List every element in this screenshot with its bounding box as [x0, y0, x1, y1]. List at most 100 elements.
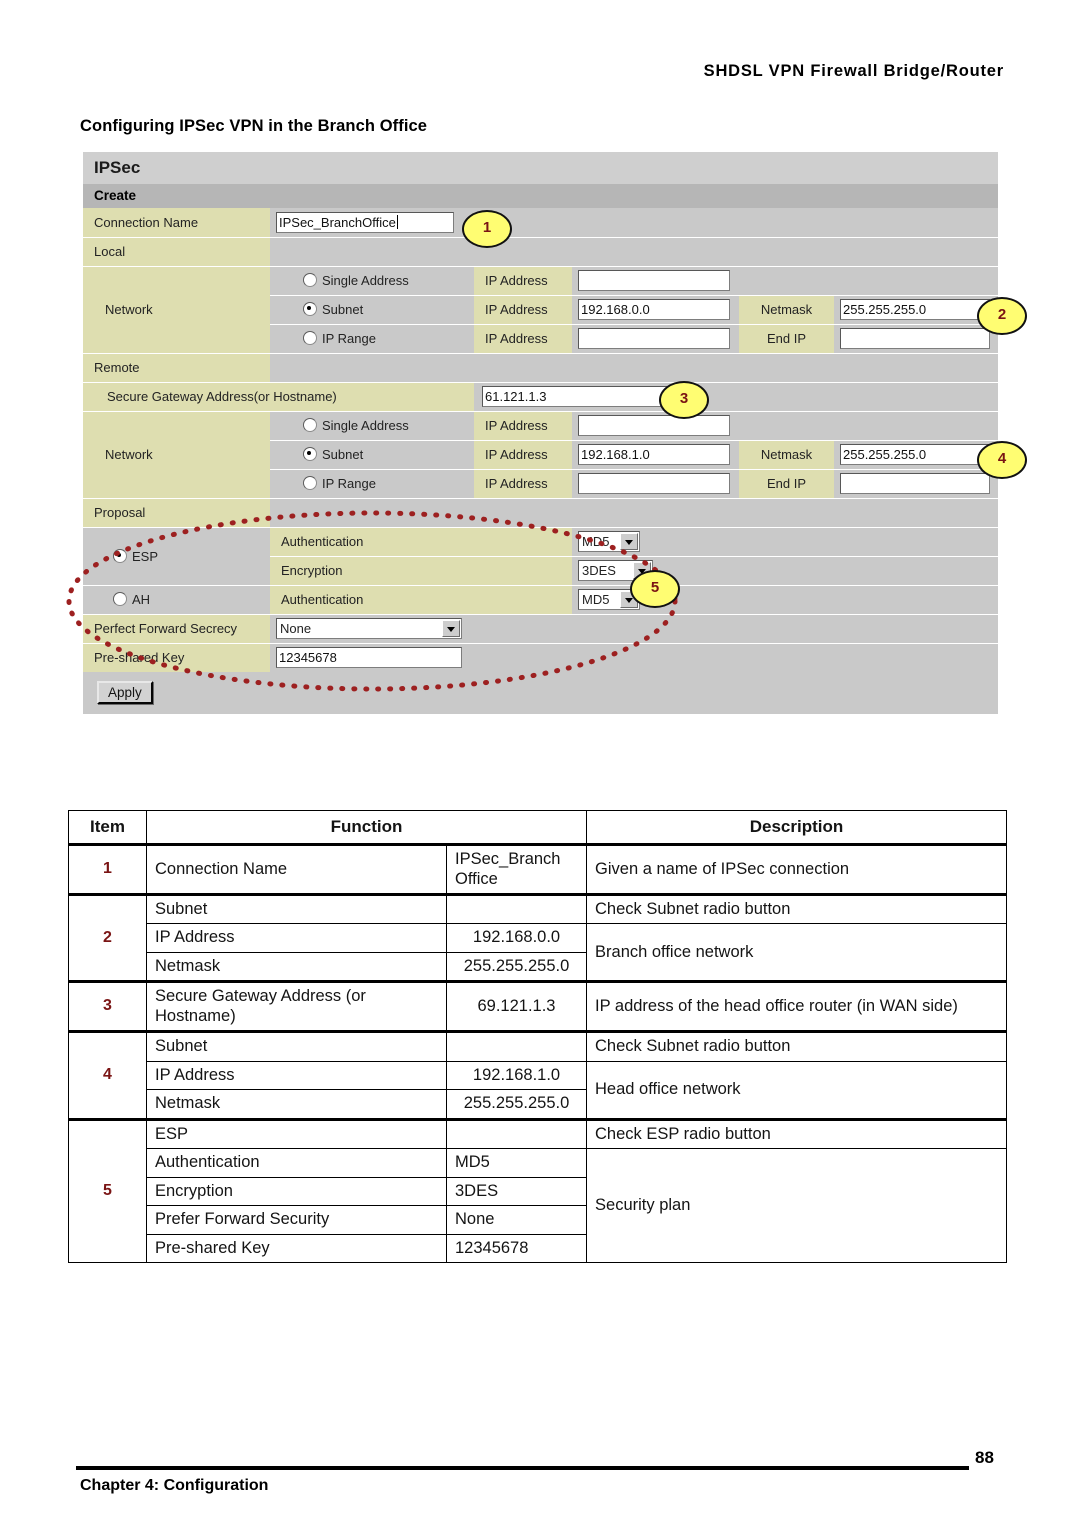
ah-label: AH [132, 592, 151, 607]
local-single-spacer-a [739, 266, 834, 296]
chevron-down-icon[interactable] [620, 533, 638, 550]
label-esp-encryption: Encryption [270, 556, 572, 586]
cell-perfect-forward-secrecy: None [270, 614, 998, 644]
row-function-value: 3DES [445, 1176, 588, 1207]
remote-ip-range-label: IP Range [322, 476, 376, 491]
cell-remote-range-ip [572, 469, 739, 499]
row-function-value [445, 1117, 588, 1150]
apply-button[interactable]: Apply [97, 681, 153, 704]
esp-authentication-select[interactable]: MD5 [578, 531, 640, 552]
row-function-label: Subnet [146, 1030, 447, 1062]
remote-single-ip-input[interactable] [578, 415, 730, 436]
row-description: Branch office network [586, 923, 1008, 983]
row-pre-shared-key: Pre-shared Key 12345678 [83, 643, 998, 672]
connection-name-input[interactable]: IPSec_BranchOffice [276, 211, 454, 233]
row-item-number: 4 [68, 1030, 147, 1120]
header-item: Item [68, 809, 147, 846]
remote-range-ip-input[interactable] [578, 473, 730, 494]
label-pre-shared-key: Pre-shared Key [83, 643, 270, 672]
label-local: Local [83, 237, 270, 267]
radio-local-subnet[interactable] [303, 302, 317, 316]
callout-badge-4: 4 [977, 441, 1027, 479]
label-remote-subnet-ip-address: IP Address [474, 440, 572, 470]
local-single-spacer-b [834, 266, 998, 296]
ipsec-config-panel: IPSec Create Connection Name IPSec_Branc… [83, 152, 998, 714]
pre-shared-key-input[interactable]: 12345678 [276, 647, 462, 669]
cell-pre-shared-key: 12345678 [270, 643, 998, 672]
row-local-header: Local [83, 237, 998, 267]
table-row: 2 Subnet Check Subnet radio button [68, 892, 1008, 983]
remote-single-address-option[interactable]: Single Address [270, 411, 474, 441]
panel-title: IPSec [83, 152, 998, 184]
esp-enc-spacer-a [739, 556, 834, 586]
row-function-value [445, 892, 588, 925]
radio-remote-single-address[interactable] [303, 418, 317, 432]
remote-single-spacer-b [834, 411, 998, 441]
row-description: Check ESP radio button [586, 1117, 1008, 1150]
label-local-single-ip-address: IP Address [474, 266, 572, 296]
row-function-value: None [445, 1205, 588, 1235]
row-function-label: Encryption [146, 1176, 447, 1207]
row-description: Head office network [586, 1060, 1008, 1120]
chevron-down-icon[interactable] [442, 620, 460, 637]
cell-remote-subnet-ip: 192.168.1.0 [572, 440, 739, 470]
cell-remote-netmask: 255.255.255.0 [834, 440, 998, 470]
row-function-value: IPSec_Branch Office [445, 843, 588, 895]
perfect-forward-secrecy-value: None [280, 621, 312, 636]
radio-local-ip-range[interactable] [303, 331, 317, 345]
perfect-forward-secrecy-select[interactable]: None [276, 618, 462, 639]
local-single-ip-input[interactable] [578, 270, 730, 291]
radio-remote-ip-range[interactable] [303, 476, 317, 490]
local-range-ip-input[interactable] [578, 328, 730, 349]
local-end-ip-input[interactable] [840, 328, 990, 349]
esp-option[interactable]: ESP [83, 527, 270, 586]
row-perfect-forward-secrecy: Perfect Forward Secrecy None [83, 614, 998, 644]
cell-local-single-ip [572, 266, 739, 296]
local-ip-range-option[interactable]: IP Range [270, 324, 474, 354]
cell-local-netmask: 255.255.255.0 [834, 295, 998, 325]
section-heading: Configuring IPSec VPN in the Branch Offi… [80, 117, 428, 135]
cell-secure-gateway-field: 61.121.1.3 [474, 382, 998, 412]
cell-remote-single-ip [572, 411, 739, 441]
radio-local-single-address[interactable] [303, 273, 317, 287]
ah-authentication-value: MD5 [582, 592, 610, 607]
label-remote-end-ip: End IP [739, 469, 834, 499]
row-ah-authentication: AH Authentication MD5 [83, 585, 998, 615]
row-item-number: 5 [68, 1117, 147, 1264]
ah-auth-spacer-a [739, 585, 834, 615]
row-description: Check Subnet radio button [586, 1030, 1008, 1062]
local-netmask-input[interactable]: 255.255.255.0 [840, 299, 990, 320]
row-function-value: 192.168.0.0 [445, 923, 588, 953]
callout-badge-1: 1 [462, 210, 512, 248]
footer-page-number: 88 [975, 1448, 994, 1467]
header-description: Description [586, 809, 1008, 846]
remote-netmask-input[interactable]: 255.255.255.0 [840, 444, 990, 465]
local-single-address-option[interactable]: Single Address [270, 266, 474, 296]
label-proposal: Proposal [83, 498, 270, 528]
cell-connection-name-field: IPSec_BranchOffice [270, 208, 998, 238]
proposal-header-spacer [270, 498, 998, 528]
remote-single-address-label: Single Address [322, 418, 409, 433]
local-header-spacer [270, 237, 998, 267]
table-row: 1 Connection Name IPSec_Branch Office Gi… [68, 843, 1008, 895]
ipsec-form-table: Connection Name IPSec_BranchOffice Local… [83, 208, 998, 672]
radio-esp[interactable] [113, 548, 127, 563]
local-subnet-option[interactable]: Subnet [270, 295, 474, 325]
radio-ah[interactable] [113, 592, 127, 606]
radio-remote-subnet[interactable] [303, 447, 317, 461]
remote-subnet-option[interactable]: Subnet [270, 440, 474, 470]
remote-subnet-ip-input[interactable]: 192.168.1.0 [578, 444, 730, 465]
esp-auth-spacer-a [739, 527, 834, 557]
remote-end-ip-input[interactable] [840, 473, 990, 494]
remote-ip-range-option[interactable]: IP Range [270, 469, 474, 499]
row-function-label: Pre-shared Key [146, 1233, 447, 1264]
page-header-title: SHDSL VPN Firewall Bridge/Router [703, 62, 1004, 80]
label-remote-netmask: Netmask [739, 440, 834, 470]
callout-badge-2: 2 [977, 297, 1027, 335]
label-local-end-ip: End IP [739, 324, 834, 354]
row-function-label: Netmask [146, 951, 447, 983]
local-subnet-ip-input[interactable]: 192.168.0.0 [578, 299, 730, 320]
label-local-netmask: Netmask [739, 295, 834, 325]
ah-option[interactable]: AH [83, 585, 270, 615]
table-row: IP Address 192.168.1.0 Head office netwo… [69, 1060, 1008, 1120]
